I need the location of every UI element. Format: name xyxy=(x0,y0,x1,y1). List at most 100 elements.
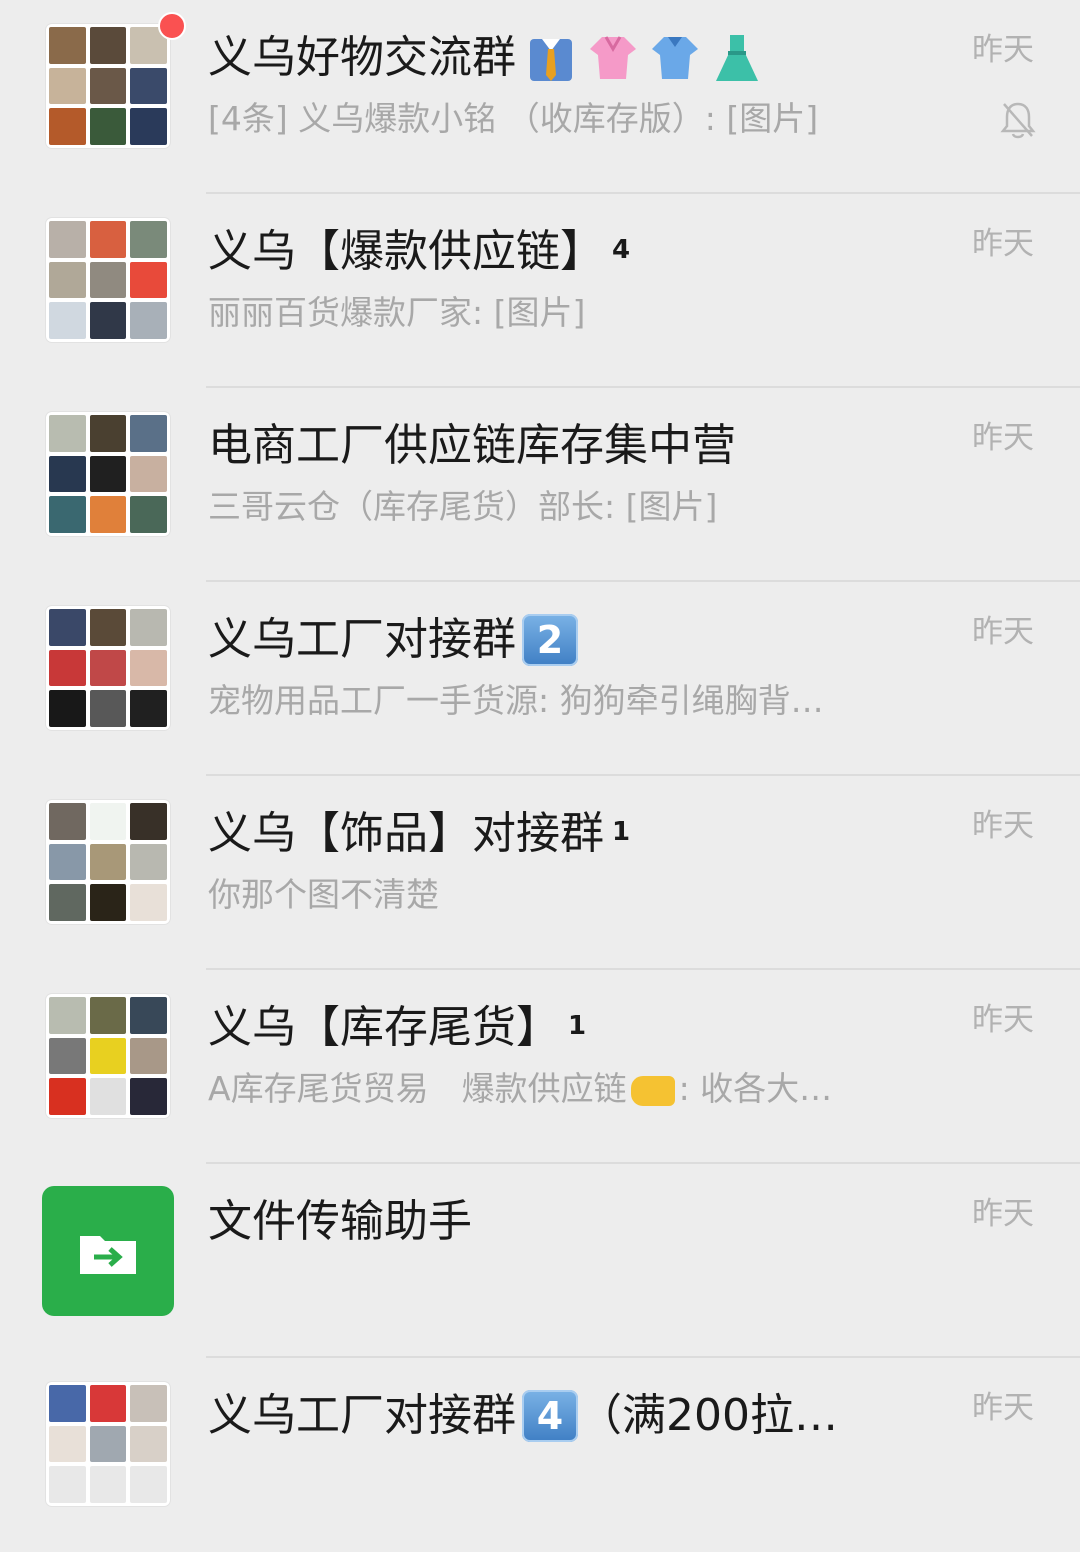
chat-time: 昨天 xyxy=(972,1002,1034,1038)
avatar-tile xyxy=(89,997,127,1034)
avatar-tile xyxy=(130,302,167,339)
avatar-tile xyxy=(89,1078,127,1115)
group-avatar xyxy=(46,994,170,1118)
avatar-tile xyxy=(49,609,86,646)
chat-preview: [4条] 义乌爆款小铭 （收库存版）: [图片] xyxy=(208,99,819,138)
avatar-tile xyxy=(130,455,167,493)
avatar-tile xyxy=(130,609,167,646)
chat-time: 昨天 xyxy=(972,226,1034,262)
avatar-tile xyxy=(49,1466,86,1503)
avatar-tile xyxy=(130,843,167,881)
avatar-tile xyxy=(130,997,167,1034)
avatar-tile xyxy=(130,884,167,921)
avatar-tile xyxy=(89,455,127,493)
pointing-hand-emoji xyxy=(630,1075,675,1106)
avatar-tile xyxy=(89,221,127,258)
avatar-tile xyxy=(49,803,86,840)
mute-bell-icon xyxy=(1000,102,1036,139)
chat-time: 昨天 xyxy=(972,808,1034,844)
avatar-tile xyxy=(130,649,167,687)
avatar-tile xyxy=(130,1037,167,1075)
chat-title: 义乌工厂对接群 2 xyxy=(208,612,578,668)
avatar-tile xyxy=(49,649,86,687)
avatar-tile xyxy=(130,415,167,452)
avatar-tile xyxy=(130,261,167,299)
avatar-tile xyxy=(130,1078,167,1115)
chat-title: 义乌【爆款供应链】 4 xyxy=(208,224,630,280)
avatar-tile xyxy=(89,843,127,881)
chat-row[interactable]: 义乌【爆款供应链】 4 丽丽百货爆款厂家: [图片] 昨天 xyxy=(0,194,1080,388)
chat-row[interactable]: 义乌【饰品】对接群 1 你那个图不清楚 昨天 xyxy=(0,776,1080,970)
group-avatar xyxy=(46,800,170,924)
unread-count: 4 xyxy=(612,235,631,265)
chat-row[interactable]: 义乌工厂对接群 2 宠物用品工厂一手货源: 狗狗牵引绳胸背… 昨天 xyxy=(0,582,1080,776)
avatar-tile xyxy=(130,1385,167,1422)
avatar-tile xyxy=(89,1037,127,1075)
group-avatar xyxy=(46,1382,170,1506)
avatar-tile xyxy=(89,415,127,452)
unread-count: 1 xyxy=(568,1011,587,1041)
avatar-tile xyxy=(49,455,86,493)
blouse-emoji xyxy=(590,36,636,79)
avatar-tile xyxy=(89,1385,127,1422)
avatar-tile xyxy=(49,690,86,727)
group-avatar xyxy=(46,412,170,536)
chat-row[interactable]: 义乌【库存尾货】 1 A库存尾货贸易 爆款供应链: 收各大… 昨天 xyxy=(0,970,1080,1164)
avatar-tile xyxy=(49,1425,86,1463)
file-transfer-avatar xyxy=(42,1186,174,1316)
group-avatar xyxy=(46,606,170,730)
group-avatar xyxy=(46,24,170,148)
chat-preview: 三哥云仓（库存尾货）部长: [图片] xyxy=(208,487,718,526)
avatar-tile xyxy=(49,496,86,533)
avatar-tile xyxy=(89,27,127,64)
avatar-tile xyxy=(130,690,167,727)
chat-time: 昨天 xyxy=(972,1196,1034,1232)
avatar-tile xyxy=(89,261,127,299)
chat-time: 昨天 xyxy=(972,420,1034,456)
avatar-tile xyxy=(130,496,167,533)
chat-preview: 丽丽百货爆款厂家: [图片] xyxy=(208,293,586,332)
chat-preview: 宠物用品工厂一手货源: 狗狗牵引绳胸背… xyxy=(208,681,824,720)
avatar-tile xyxy=(49,843,86,881)
chat-title: 文件传输助手 xyxy=(208,1196,472,1247)
avatar-tile xyxy=(130,803,167,840)
avatar-tile xyxy=(49,884,86,921)
polo-shirt-emoji xyxy=(652,37,698,79)
avatar-tile xyxy=(130,221,167,258)
avatar-tile xyxy=(49,1078,86,1115)
avatar-tile xyxy=(89,108,127,145)
chat-row[interactable]: 电商工厂供应链库存集中营 三哥云仓（库存尾货）部长: [图片] 昨天 xyxy=(0,388,1080,582)
chat-title: 电商工厂供应链库存集中营 xyxy=(208,420,736,471)
avatar-tile xyxy=(130,108,167,145)
chat-row[interactable]: 文件传输助手 昨天 xyxy=(0,1164,1080,1358)
unread-count: 1 xyxy=(612,817,631,847)
avatar-tile xyxy=(49,997,86,1034)
avatar-tile xyxy=(89,690,127,727)
avatar-tile xyxy=(49,1037,86,1075)
avatar-tile xyxy=(49,221,86,258)
avatar-tile xyxy=(130,67,167,105)
avatar-tile xyxy=(130,1466,167,1503)
avatar-tile xyxy=(49,1385,86,1422)
chat-preview: A库存尾货贸易 爆款供应链: 收各大… xyxy=(208,1069,833,1108)
chat-time: 昨天 xyxy=(972,32,1034,68)
avatar-tile xyxy=(89,302,127,339)
dress-emoji xyxy=(716,35,758,81)
chat-title: 义乌好物交流群 xyxy=(208,30,764,86)
keycap-badge: 4 xyxy=(522,1390,578,1442)
unread-dot xyxy=(158,12,186,40)
avatar-tile xyxy=(89,1425,127,1463)
chat-row[interactable]: 义乌好物交流群 [4条] 义乌爆款小铭 （收库存版）: [图片] 昨天 xyxy=(0,0,1080,194)
avatar-tile xyxy=(89,67,127,105)
necktie-shirt-emoji xyxy=(530,39,572,81)
avatar-tile xyxy=(130,1425,167,1463)
chat-preview: 你那个图不清楚 xyxy=(208,875,439,914)
chat-row[interactable]: 义乌工厂对接群 4 （满200拉… 昨天 xyxy=(0,1358,1080,1552)
chat-title: 义乌【库存尾货】 1 xyxy=(208,1000,586,1056)
group-avatar xyxy=(46,218,170,342)
avatar-tile xyxy=(89,1466,127,1503)
avatar-tile xyxy=(89,803,127,840)
avatar-tile xyxy=(49,27,86,64)
keycap-badge: 2 xyxy=(522,614,578,666)
avatar-tile xyxy=(49,67,86,105)
